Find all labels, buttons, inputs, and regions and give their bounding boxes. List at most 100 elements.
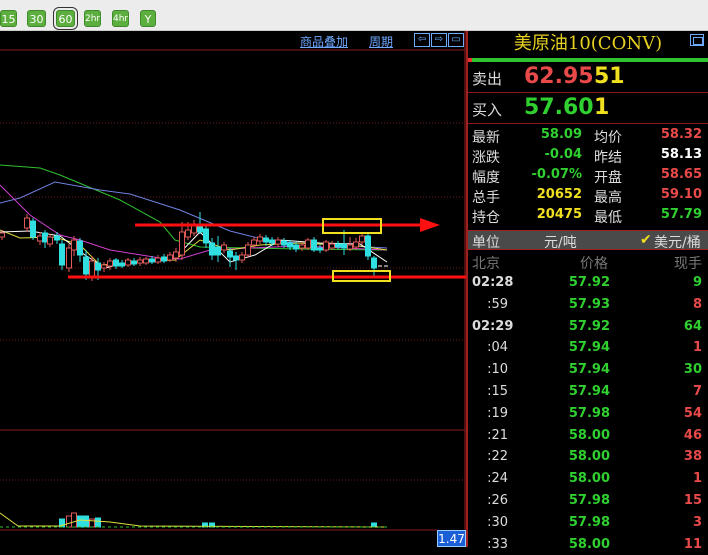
maximize-icon[interactable]: [690, 34, 704, 46]
tick-price: 57.94: [568, 340, 610, 356]
tick-row: :30 57.98 3: [468, 512, 708, 534]
tick-qty: 30: [683, 362, 702, 378]
sell-label: 卖出: [472, 70, 503, 88]
volume-bar: [71, 512, 77, 528]
volume-value-badge: 1.47: [437, 530, 466, 547]
stat-value: -0.04: [544, 147, 582, 162]
stat-row: 最新 58.09 均价 58.32: [468, 126, 708, 146]
candle-body: [113, 259, 119, 267]
candle-body: [47, 236, 53, 245]
tick-price: 57.98: [568, 514, 610, 530]
arrow-head-icon: [420, 218, 440, 232]
tick-row: :04 57.94 1: [468, 337, 708, 359]
candle-body: [137, 259, 143, 264]
candle-body: [119, 262, 125, 267]
tick-row: :22 58.00 38: [468, 446, 708, 468]
buy-quote: 买入 57.60 1: [468, 93, 708, 124]
qty-header: 现手: [674, 256, 702, 272]
candle-body: [83, 256, 89, 275]
candle-body: [24, 217, 30, 229]
tick-row: :19 57.98 54: [468, 403, 708, 425]
candle-body: [263, 237, 269, 243]
candle-body: [311, 239, 317, 251]
candle-body: [101, 264, 107, 269]
tick-price: 57.92: [568, 275, 610, 290]
candle-body: [131, 260, 137, 265]
candle-body: [287, 242, 293, 248]
tick-time: :26: [487, 492, 508, 508]
candle-body: [37, 235, 43, 242]
tick-qty: 11: [683, 536, 702, 552]
stat-label: 最高: [594, 190, 622, 206]
tick-time: :04: [487, 340, 508, 356]
tick-row: 02:29 57.92 64: [468, 316, 708, 338]
volume-ma-line: [0, 512, 388, 528]
tick-qty: 46: [683, 427, 702, 443]
stat-row: 总手 20652 最高 59.10: [468, 186, 708, 206]
tick-time: :10: [487, 362, 508, 378]
stat-value: 20475: [536, 207, 582, 222]
quote-panel: 美原油10(CONV) 卖出 62.95 51 买入 57.60 1 最新 58…: [466, 31, 708, 552]
candle-body: [173, 251, 179, 259]
stat-value: 58.32: [660, 127, 702, 142]
tick-qty: 8: [692, 296, 702, 312]
buy-price: 57.60: [524, 95, 594, 120]
tick-qty: 3: [692, 514, 702, 530]
tick-time: :33: [487, 536, 508, 552]
tick-row: :24 58.00 1: [468, 468, 708, 490]
tick-row: :10 57.94 30: [468, 359, 708, 381]
candle-body: [293, 244, 299, 250]
volume-bar: [66, 515, 72, 528]
candle-body: [203, 228, 209, 244]
stat-label: 均价: [594, 130, 622, 146]
tick-row: :59 57.93 8: [468, 294, 708, 316]
stat-label: 涨跌: [472, 150, 500, 166]
candle-body: [59, 243, 65, 266]
candle-body: [347, 244, 353, 250]
candle-body: [30, 220, 36, 238]
candle-body: [155, 257, 161, 263]
tick-time: :24: [487, 471, 508, 487]
tick-row: 02:28 57.92 9: [468, 272, 708, 294]
tick-price: 58.00: [568, 427, 610, 443]
tick-row: :15 57.94 7: [468, 381, 708, 403]
stat-row: 幅度 -0.07% 开盘 58.65: [468, 166, 708, 186]
tick-price: 58.00: [568, 536, 610, 552]
tick-qty: 1: [692, 471, 702, 487]
tick-qty: 9: [692, 275, 702, 290]
candle-body: [233, 255, 239, 261]
stat-value: 58.65: [660, 167, 702, 182]
unit-option-usd-barrel[interactable]: 美元/桶: [654, 232, 701, 252]
candle-body: [341, 243, 347, 249]
candle-body: [281, 240, 287, 246]
unit-option-yuan-ton[interactable]: 元/吨: [544, 232, 577, 252]
buy-label: 买入: [472, 101, 503, 119]
stat-label: 最低: [594, 210, 622, 226]
stat-label: 最新: [472, 130, 500, 146]
candle-body: [197, 225, 203, 233]
tick-price: 57.93: [568, 296, 610, 312]
tick-time: 02:28: [472, 275, 514, 290]
stat-label: 幅度: [472, 170, 500, 186]
tick-time: :21: [487, 427, 508, 443]
stat-value: 57.79: [660, 207, 702, 222]
price-header: 价格: [580, 256, 608, 272]
volume-bar: [77, 515, 83, 528]
tick-price: 57.92: [568, 318, 610, 334]
candle-body: [0, 232, 5, 238]
stat-value: 20652: [536, 187, 582, 202]
stat-value: 58.13: [660, 147, 702, 162]
candle-body: [251, 239, 257, 246]
candle-body: [221, 244, 227, 251]
buy-qty: 1: [594, 95, 610, 120]
volume-bar: [83, 515, 89, 528]
unit-label: 单位: [472, 235, 500, 251]
candle-body: [353, 241, 359, 248]
candle-body: [54, 235, 60, 241]
sell-price: 62.95: [524, 64, 594, 89]
time-header: 北京: [472, 256, 500, 272]
instrument-title: 美原油10(CONV): [513, 33, 663, 54]
tick-time: :15: [487, 383, 508, 399]
tick-price: 57.98: [568, 492, 610, 508]
tick-time: :59: [487, 296, 508, 312]
